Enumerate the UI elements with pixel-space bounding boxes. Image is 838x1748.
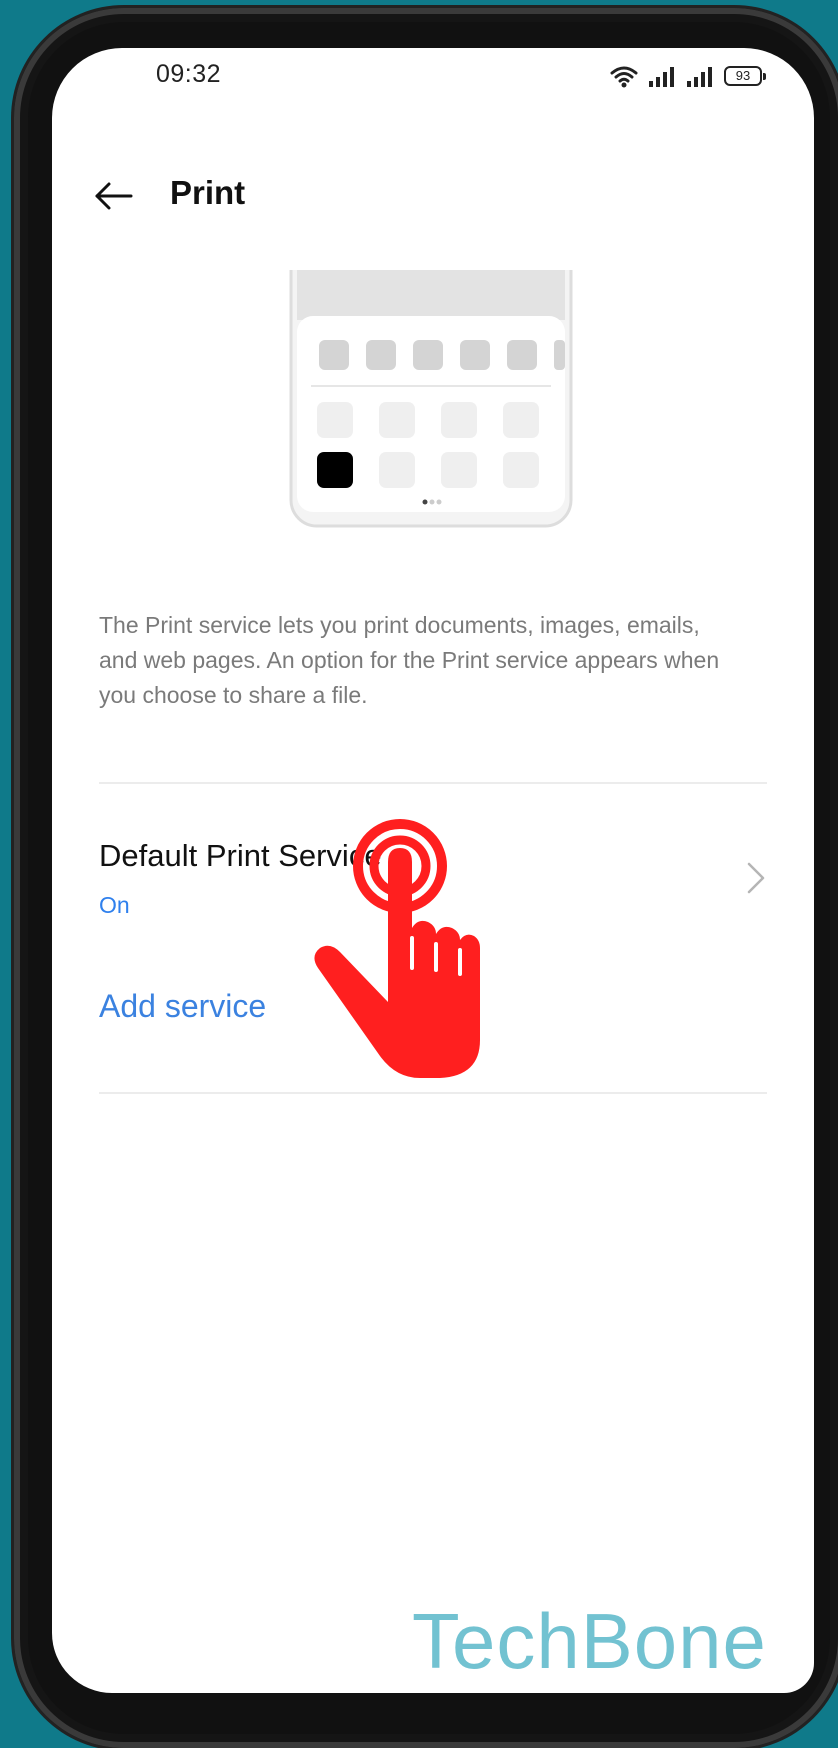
status-time: 09:32	[156, 60, 222, 88]
signal-icon	[648, 66, 676, 88]
back-button[interactable]	[92, 174, 136, 218]
print-service-description: The Print service lets you print documen…	[99, 612, 720, 708]
chevron-right-icon	[747, 862, 765, 894]
battery-icon: 93	[724, 66, 766, 86]
divider	[99, 782, 767, 784]
default-print-service-status: On	[99, 892, 130, 918]
signal-icon	[686, 66, 714, 88]
watermark: TechBone	[412, 1597, 767, 1685]
tap-hand-icon	[314, 819, 480, 1078]
divider	[99, 1092, 767, 1094]
status-bar: 09:32 93	[52, 48, 814, 108]
arrow-left-icon	[95, 182, 133, 210]
wifi-icon	[610, 64, 638, 88]
phone-illustration	[289, 270, 573, 528]
header: Print	[52, 158, 814, 238]
add-service-link[interactable]: Add service	[99, 988, 266, 1025]
page-title: Print	[170, 174, 246, 211]
status-icons: 93	[610, 62, 766, 88]
